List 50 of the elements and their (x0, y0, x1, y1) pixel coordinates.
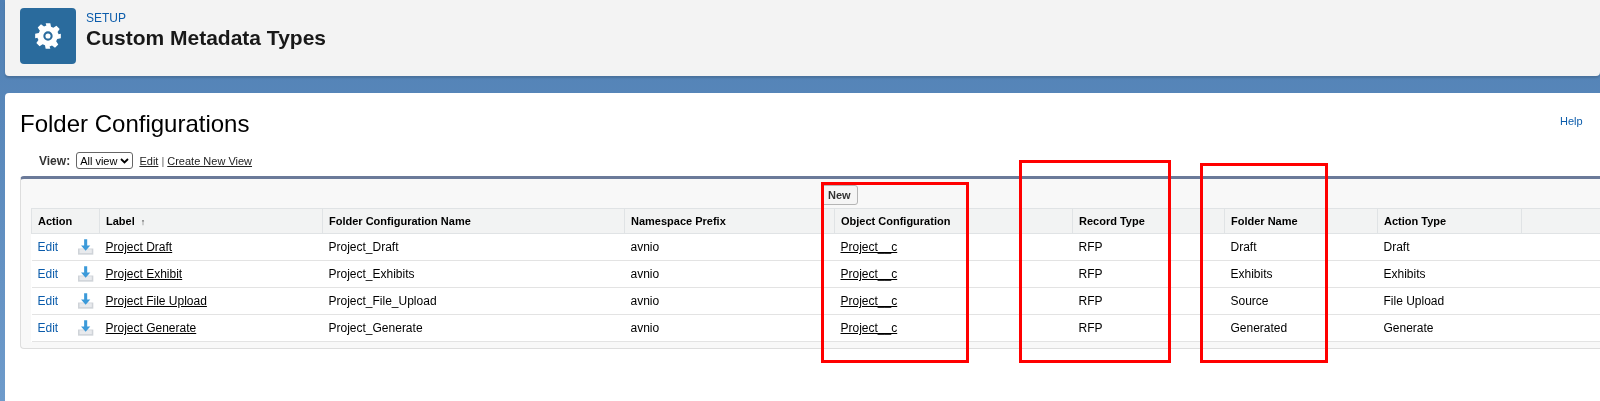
table-cell: RFP (1078, 267, 1103, 281)
breadcrumb-label: SETUP (86, 11, 126, 25)
column-header[interactable]: Record Type (1079, 215, 1145, 227)
download-icon[interactable] (78, 291, 94, 311)
table-cell: Draft (1383, 240, 1410, 254)
record-link[interactable]: Project__c (840, 321, 898, 335)
download-icon[interactable] (78, 318, 94, 338)
table-cell: Exhibits (1383, 267, 1426, 281)
record-link[interactable]: Project File Upload (105, 294, 207, 308)
edit-link[interactable]: Edit (37, 240, 59, 254)
table-cell: Generated (1230, 321, 1288, 335)
table-cell: RFP (1078, 240, 1103, 254)
table-cell: avnio (630, 294, 660, 308)
help-link[interactable]: Help (1560, 115, 1600, 127)
table-cell: Project_Generate (328, 321, 423, 335)
table-cell: avnio (630, 240, 660, 254)
table-cell: Project_Draft (328, 240, 399, 254)
sort-indicator[interactable]: ↑ (140, 217, 146, 227)
download-icon[interactable] (78, 264, 94, 284)
table-cell: Draft (1230, 240, 1257, 254)
record-link[interactable]: Project Exhibit (105, 267, 183, 281)
link-separator: | (161, 154, 165, 167)
record-link[interactable]: Project__c (840, 267, 898, 281)
list-title: Folder Configurations (20, 110, 250, 138)
record-link[interactable]: Project__c (840, 294, 898, 308)
table-cell: avnio (630, 321, 660, 335)
table-cell: Generate (1383, 321, 1434, 335)
record-link[interactable]: Project Draft (105, 240, 173, 254)
record-link[interactable]: Project__c (840, 240, 898, 254)
view-label: View: (39, 153, 71, 168)
setup-icon (20, 8, 76, 64)
table-cell: File Upload (1383, 294, 1445, 308)
table-cell: Exhibits (1230, 267, 1273, 281)
edit-view-link[interactable]: Edit (139, 154, 159, 167)
table-cell: RFP (1078, 294, 1103, 308)
edit-link[interactable]: Edit (37, 321, 59, 335)
record-link[interactable]: Project Generate (105, 321, 197, 335)
table-cell: Project_Exhibits (328, 267, 415, 281)
download-icon[interactable] (78, 237, 94, 257)
edit-link[interactable]: Edit (37, 267, 59, 281)
chevron-down-icon (120, 157, 130, 164)
table-cell: avnio (630, 267, 660, 281)
table-cell: Source (1230, 294, 1269, 308)
column-header[interactable]: Label (106, 215, 135, 227)
view-dropdown[interactable]: All view (76, 152, 134, 169)
table-cell: Project_File_Upload (328, 294, 437, 308)
page-title: Custom Metadata Types (86, 26, 326, 50)
table-cell: RFP (1078, 321, 1103, 335)
edit-link[interactable]: Edit (37, 294, 59, 308)
create-view-link[interactable]: Create New View (167, 154, 253, 167)
